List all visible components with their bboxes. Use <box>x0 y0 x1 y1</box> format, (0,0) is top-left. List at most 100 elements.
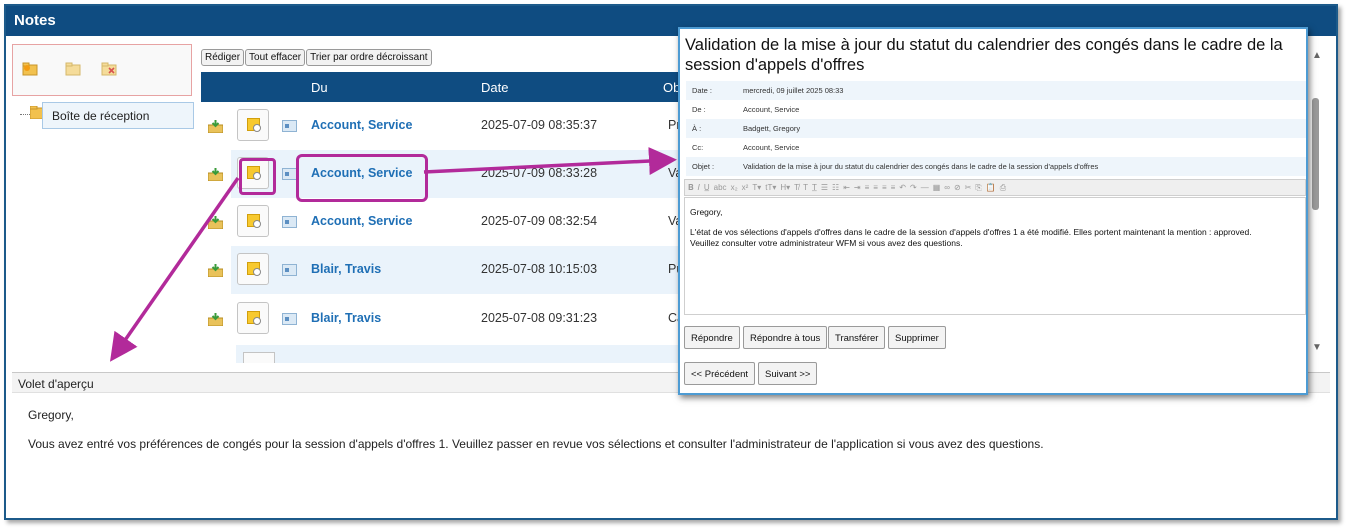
message-popup: Validation de la mise à jour du statut d… <box>678 27 1308 395</box>
folder-icon[interactable] <box>65 62 81 81</box>
folder-toolbar <box>12 44 192 96</box>
bold-icon[interactable]: 𝐁 <box>688 183 694 192</box>
message-from[interactable]: Account, Service <box>311 118 412 132</box>
meta-row-from: De : Account, Service <box>692 105 800 114</box>
preview-body: Gregory, Vous avez entré vos préférences… <box>28 408 1044 466</box>
inbox-icon <box>207 168 224 186</box>
compose-button[interactable]: Rédiger <box>201 49 245 66</box>
inbox-icon <box>207 216 224 234</box>
remove-format-icon[interactable]: T̲ <box>812 183 817 192</box>
annotation-highlight-note <box>239 158 276 195</box>
strikethrough-icon[interactable]: abc <box>714 183 727 192</box>
message-from[interactable]: Blair, Travis <box>311 311 381 325</box>
paste-icon[interactable]: 📋 <box>986 183 996 192</box>
message-date: 2025-07-09 08:33:28 <box>481 166 598 180</box>
meta-row-date: Date : mercredi, 09 juillet 2025 08:33 <box>686 81 1306 100</box>
message-icon <box>282 120 297 132</box>
message-header-fields: Date : mercredi, 09 juillet 2025 08:33 De… <box>686 81 1306 176</box>
print-icon[interactable]: ⎙ <box>1000 183 1006 192</box>
scroll-down-icon[interactable]: ▼ <box>1312 342 1322 353</box>
font-size-icon[interactable]: tT▾ <box>765 183 776 192</box>
message-date: 2025-07-08 09:31:23 <box>481 311 598 325</box>
list-toolbar: Rédiger Tout effacer Trier par ordre décro… <box>201 47 433 66</box>
note-button[interactable] <box>237 109 269 141</box>
delete-folder-icon[interactable] <box>101 62 117 81</box>
forward-button[interactable]: Transférer <box>828 326 886 349</box>
sticky-note-icon <box>247 118 261 132</box>
numbered-list-icon[interactable]: ☷ <box>832 183 839 192</box>
note-button[interactable] <box>237 205 269 237</box>
annotation-highlight-from <box>296 154 428 202</box>
previous-button[interactable]: << Précédent <box>684 362 756 385</box>
undo-icon[interactable]: ↶ <box>899 183 906 192</box>
clear-format-icon[interactable]: T̸ <box>794 183 799 192</box>
popup-title: Validation de la mise à jour du statut d… <box>685 36 1283 74</box>
body-line-1: L'état de vos sélections d'appels d'offr… <box>690 227 1252 237</box>
justify-icon[interactable]: ≡ <box>891 183 896 192</box>
preview-greeting: Gregory, <box>28 408 74 422</box>
editor-toolbar: 𝐁 𝐼 U̲ abc x₂ x² T▾ tT▾ H▾ T̸ T T̲ ☰ ☷ ⇤ ⇥ ≡ ≡ ≡ ≡ ↶ ↷ ― ▦ ∞ ⊘ ✂ ⎘ 📋… <box>684 179 1306 196</box>
link-icon[interactable]: ∞ <box>944 183 950 192</box>
subscript-icon[interactable]: x₂ <box>731 183 738 192</box>
meta-row-subject: Objet : Validation de la mise à jour du s… <box>686 157 1306 176</box>
align-right-icon[interactable]: ≡ <box>882 183 887 192</box>
folder-inbox[interactable]: Boîte de réception <box>42 102 194 129</box>
table-row[interactable]: Account, Service 2025-07-09 08:35:37 Pré <box>201 102 681 150</box>
next-button[interactable]: Suivant >> <box>758 362 818 385</box>
sort-desc-button[interactable]: Trier par ordre décroissant <box>306 49 432 66</box>
sticky-note-icon <box>247 311 261 325</box>
italic-icon[interactable]: 𝐼 <box>698 183 700 192</box>
reply-all-button[interactable]: Répondre à tous <box>743 326 828 349</box>
table-icon[interactable]: ▦ <box>933 183 941 192</box>
outdent-icon[interactable]: ⇤ <box>843 183 850 192</box>
highlight-icon[interactable]: T <box>803 183 808 192</box>
reply-button[interactable]: Répondre <box>684 326 740 349</box>
message-date: 2025-07-09 08:32:54 <box>481 214 598 228</box>
scroll-up-icon[interactable]: ▲ <box>1312 50 1322 61</box>
cut-icon[interactable]: ✂ <box>965 183 972 192</box>
underline-icon[interactable]: U̲ <box>704 183 710 192</box>
column-date[interactable]: Date <box>481 80 508 95</box>
inbox-icon <box>207 120 224 138</box>
copy-icon[interactable]: ⎘ <box>975 183 981 192</box>
message-from[interactable]: Account, Service <box>311 214 412 228</box>
horizontal-rule-icon[interactable]: ― <box>921 183 929 192</box>
message-date: 2025-07-08 10:15:03 <box>481 262 598 276</box>
body-line-2: Veuillez consulter votre administrateur … <box>690 238 963 248</box>
redo-icon[interactable]: ↷ <box>910 183 917 192</box>
sticky-note-icon <box>247 214 261 228</box>
clear-all-button[interactable]: Tout effacer <box>245 49 306 66</box>
new-folder-icon[interactable] <box>22 62 38 81</box>
message-icon <box>282 216 297 228</box>
note-button[interactable] <box>237 302 269 334</box>
sticky-note-icon <box>247 262 261 276</box>
delete-button[interactable]: Supprimer <box>888 326 946 349</box>
message-icon <box>282 168 297 180</box>
message-icon <box>282 264 297 276</box>
align-center-icon[interactable]: ≡ <box>873 183 878 192</box>
table-row[interactable]: Account, Service 2025-07-09 08:32:54 Va <box>201 198 681 246</box>
heading-icon[interactable]: H▾ <box>780 183 790 192</box>
meta-row-to: À : Badgett, Gregory <box>686 119 1306 138</box>
table-row[interactable]: Blair, Travis 2025-07-08 10:15:03 Pu <box>201 246 681 294</box>
body-greeting: Gregory, <box>690 207 723 217</box>
note-button[interactable] <box>237 253 269 285</box>
inbox-icon <box>207 313 224 331</box>
font-icon[interactable]: T▾ <box>752 183 761 192</box>
column-from[interactable]: Du <box>311 80 328 95</box>
meta-row-cc: Cc: Account, Service <box>692 143 800 152</box>
message-body-editor[interactable]: Gregory, L'état de vos sélections d'appe… <box>684 197 1306 315</box>
align-left-icon[interactable]: ≡ <box>865 183 870 192</box>
table-row[interactable]: Blair, Travis 2025-07-08 09:31:23 Ca <box>201 295 681 343</box>
superscript-icon[interactable]: x² <box>742 183 749 192</box>
bullet-list-icon[interactable]: ☰ <box>821 183 828 192</box>
note-button[interactable] <box>243 352 275 363</box>
scrollbar-thumb[interactable] <box>1312 98 1319 210</box>
message-list-header: Du Date Ob <box>201 72 681 102</box>
message-icon <box>282 313 297 325</box>
preview-text: Vous avez entré vos préférences de congé… <box>28 437 1044 451</box>
message-from[interactable]: Blair, Travis <box>311 262 381 276</box>
message-date: 2025-07-09 08:35:37 <box>481 118 598 132</box>
unlink-icon[interactable]: ⊘ <box>954 183 961 192</box>
indent-icon[interactable]: ⇥ <box>854 183 861 192</box>
